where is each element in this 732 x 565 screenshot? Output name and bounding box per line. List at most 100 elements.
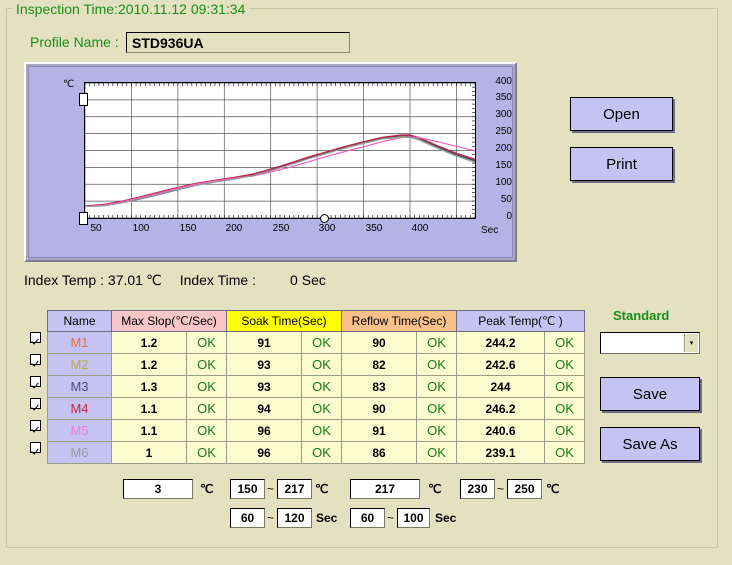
- row-checkbox-m1[interactable]: [30, 332, 41, 343]
- cell-soak-time: 93: [226, 375, 302, 398]
- cell-reflow-time: 83: [341, 375, 417, 398]
- table-row[interactable]: M3 1.3 OK 93 OK 83 OK 244 OK: [47, 375, 585, 398]
- soak-time-high-input[interactable]: 120: [277, 508, 312, 528]
- save-as-button[interactable]: Save As: [600, 427, 700, 461]
- cell-peak-temp-status: OK: [544, 375, 585, 398]
- row-checkbox-m6[interactable]: [30, 442, 41, 453]
- cell-peak-temp: 246.2: [456, 397, 545, 420]
- cell-soak-time: 94: [226, 397, 302, 420]
- cell-peak-temp: 244: [456, 375, 545, 398]
- index-temp-label: Index Temp :: [24, 272, 104, 288]
- profile-name-label: Profile Name :: [30, 34, 119, 50]
- row-name-m1: M1: [47, 331, 112, 354]
- row-checkbox-m3[interactable]: [30, 376, 41, 387]
- cell-max-slope-status: OK: [186, 397, 227, 420]
- table-header-max-slope[interactable]: Max Slop(℃/Sec): [111, 310, 227, 332]
- standard-combobox[interactable]: ▾: [600, 332, 700, 354]
- chevron-down-icon[interactable]: ▾: [684, 334, 698, 352]
- soak-time-low-input[interactable]: 60: [230, 508, 265, 528]
- cell-peak-temp: 244.2: [456, 331, 545, 354]
- cell-peak-temp: 240.6: [456, 419, 545, 442]
- chart-baseline-slider-handle[interactable]: [79, 212, 88, 225]
- max-slope-limit-input[interactable]: 3: [123, 479, 193, 499]
- profile-chart-canvas[interactable]: ℃ Sec 400 350 300 250 200 150 100 50 0 5…: [28, 66, 513, 258]
- index-readout: Index Temp :37.01 ℃ Index Time : 0 Sec: [24, 272, 326, 289]
- reflow-time-tilde: ~: [387, 511, 395, 525]
- index-time-value: 0: [289, 272, 298, 288]
- table-row[interactable]: M4 1.1 OK 94 OK 90 OK 246.2 OK: [47, 397, 585, 420]
- table-header-reflow-time[interactable]: Reflow Time(Sec): [341, 310, 457, 332]
- peak-temp-low-input[interactable]: 230: [460, 479, 495, 499]
- cell-max-slope: 1.1: [111, 397, 187, 420]
- chart-xtick-300: 300: [318, 223, 336, 234]
- cell-peak-temp-status: OK: [544, 353, 585, 376]
- chart-curves: [85, 83, 475, 218]
- cell-reflow-time: 90: [341, 331, 417, 354]
- index-temp-value: 37.01: [107, 272, 143, 288]
- print-button[interactable]: Print: [570, 147, 673, 181]
- soak-temp-high-input[interactable]: 217: [277, 479, 312, 499]
- cell-soak-time-status: OK: [301, 353, 342, 376]
- chart-xtick-150: 150: [179, 223, 197, 234]
- row-name-m2: M2: [47, 353, 112, 376]
- inspection-time-legend: Inspection Time:2010.11.12 09:31:34: [12, 1, 250, 17]
- save-button[interactable]: Save: [600, 377, 700, 411]
- standard-label: Standard: [613, 308, 670, 323]
- soak-temp-low-input[interactable]: 150: [230, 479, 265, 499]
- cell-reflow-time: 82: [341, 353, 417, 376]
- cell-peak-temp-status: OK: [544, 331, 585, 354]
- index-time-label: Index Time :: [179, 272, 256, 288]
- cell-soak-time: 93: [226, 353, 302, 376]
- table-header-peak-temp[interactable]: Peak Temp(℃ ): [456, 310, 585, 332]
- cell-max-slope: 1.2: [111, 353, 187, 376]
- cell-max-slope-status: OK: [186, 419, 227, 442]
- chart-temp-slider-handle[interactable]: [79, 93, 88, 106]
- cell-max-slope-status: OK: [186, 375, 227, 398]
- cell-max-slope: 1.3: [111, 375, 187, 398]
- row-select-column: [30, 332, 46, 464]
- index-time-unit: Sec: [301, 272, 326, 288]
- reflow-temp-unit: ℃: [428, 482, 442, 496]
- row-checkbox-m5[interactable]: [30, 420, 41, 431]
- peak-temp-high-input[interactable]: 250: [507, 479, 542, 499]
- cell-soak-time: 96: [226, 441, 302, 464]
- cell-max-slope-status: OK: [186, 441, 227, 464]
- cell-soak-time: 91: [226, 331, 302, 354]
- cell-soak-time: 96: [226, 419, 302, 442]
- reflow-time-low-input[interactable]: 60: [350, 508, 385, 528]
- open-button[interactable]: Open: [570, 97, 673, 131]
- cell-reflow-time-status: OK: [416, 419, 457, 442]
- table-row[interactable]: M5 1.1 OK 96 OK 91 OK 240.6 OK: [47, 419, 585, 442]
- reflow-time-high-input[interactable]: 100: [397, 508, 430, 528]
- peak-temp-tilde: ~: [497, 482, 505, 496]
- table-row[interactable]: M2 1.2 OK 93 OK 82 OK 242.6 OK: [47, 353, 585, 376]
- row-checkbox-m4[interactable]: [30, 398, 41, 409]
- chart-xtick-350: 350: [365, 223, 383, 234]
- cell-reflow-time: 90: [341, 397, 417, 420]
- cell-max-slope: 1.2: [111, 331, 187, 354]
- row-name-m4: M4: [47, 397, 112, 420]
- cell-soak-time-status: OK: [301, 441, 342, 464]
- chart-xtick-100: 100: [132, 223, 150, 234]
- profile-name-input[interactable]: STD936UA: [126, 32, 350, 53]
- table-header-soak-time[interactable]: Soak Time(Sec): [226, 310, 342, 332]
- chart-x-axis-unit: Sec: [481, 225, 499, 236]
- chart-xtick-200: 200: [225, 223, 243, 234]
- table-header-name[interactable]: Name: [47, 310, 112, 332]
- cell-soak-time-status: OK: [301, 397, 342, 420]
- cell-reflow-time: 91: [341, 419, 417, 442]
- reflow-temp-input[interactable]: 217: [350, 479, 420, 499]
- cell-peak-temp-status: OK: [544, 441, 585, 464]
- cell-max-slope: 1.1: [111, 419, 187, 442]
- cell-reflow-time-status: OK: [416, 331, 457, 354]
- cell-max-slope-status: OK: [186, 331, 227, 354]
- chart-plot-area[interactable]: [84, 82, 476, 219]
- table-row[interactable]: M6 1 OK 96 OK 86 OK 239.1 OK: [47, 441, 585, 464]
- chart-time-cursor-handle[interactable]: [320, 214, 329, 223]
- row-checkbox-m2[interactable]: [30, 354, 41, 365]
- cell-peak-temp-status: OK: [544, 397, 585, 420]
- table-row[interactable]: M1 1.2 OK 91 OK 90 OK 244.2 OK: [47, 331, 585, 354]
- max-slope-limit-unit: ℃: [200, 482, 214, 496]
- index-temp-unit: ℃: [145, 272, 162, 288]
- application-window: Inspection Time:2010.11.12 09:31:34 Prof…: [0, 0, 732, 565]
